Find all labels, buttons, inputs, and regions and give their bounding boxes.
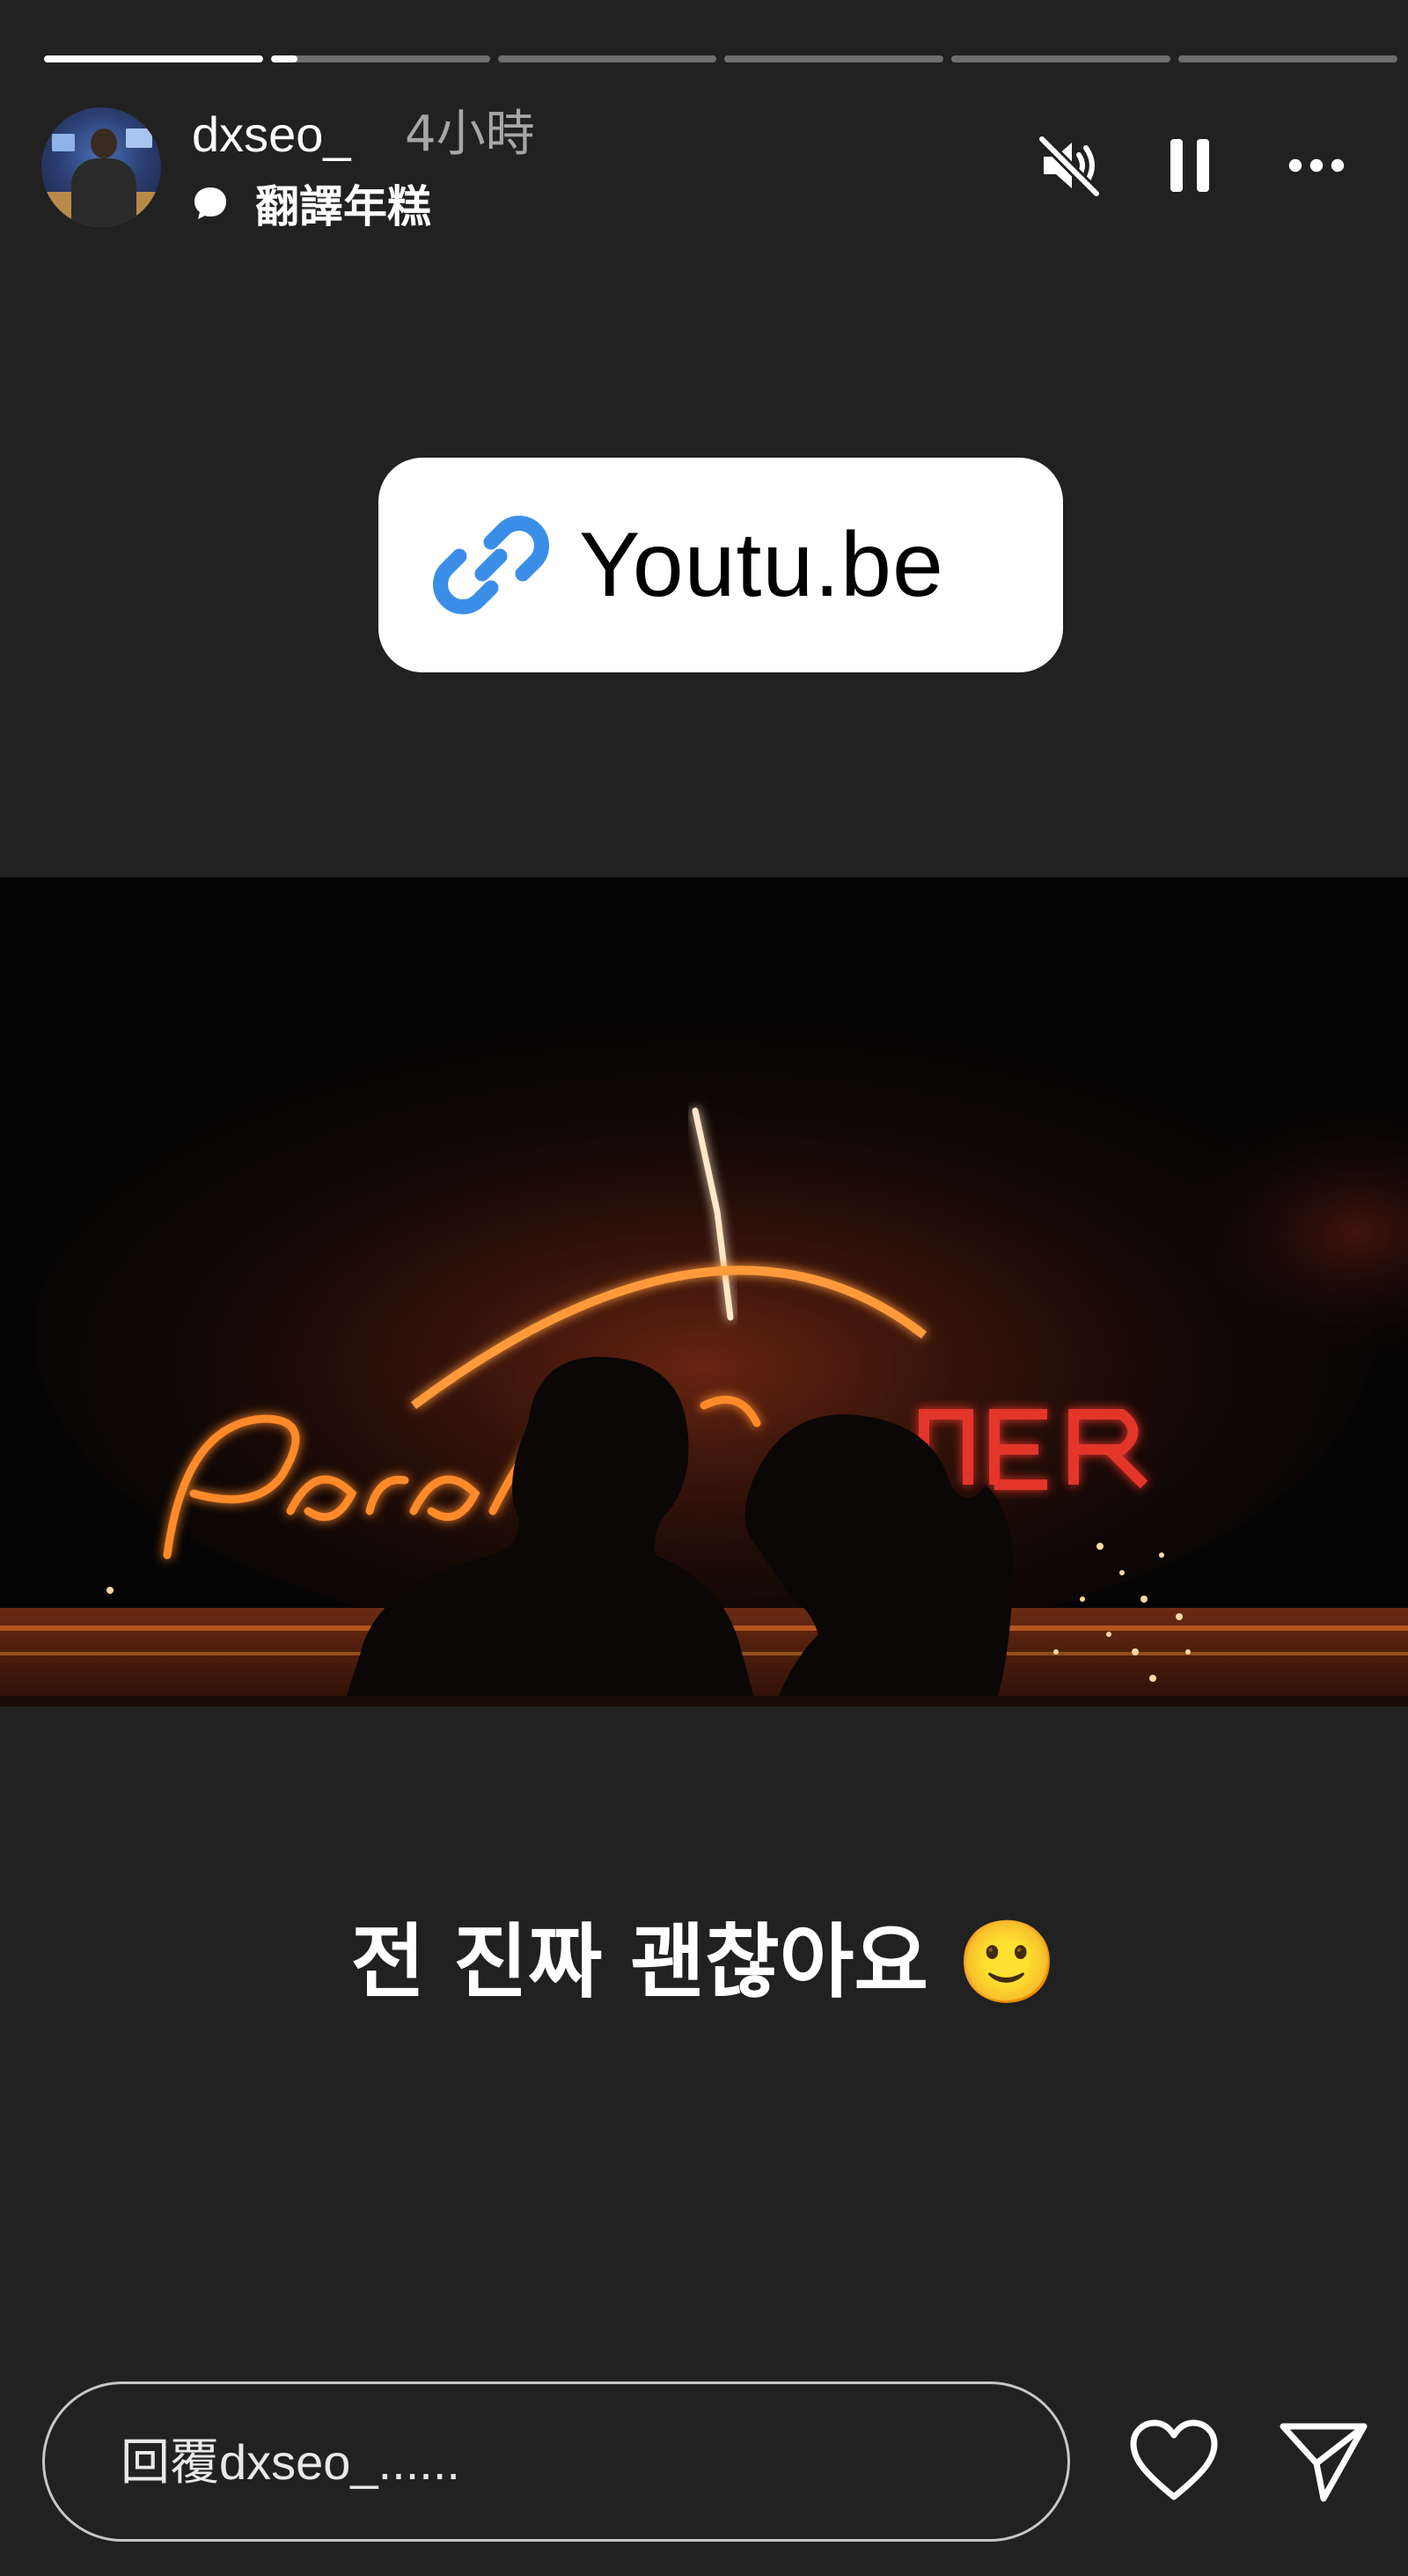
username[interactable]: dxseo_ bbox=[192, 104, 351, 165]
speaker-muted-icon[interactable] bbox=[1035, 130, 1105, 201]
progress-segment bbox=[497, 55, 717, 62]
thumbnail-art bbox=[0, 877, 1408, 1706]
speech-bubble-icon bbox=[194, 187, 226, 219]
audio-title: 翻譯年糕 bbox=[255, 181, 431, 232]
avatar-person-head bbox=[91, 128, 117, 158]
avatar-person-body bbox=[71, 158, 136, 227]
timestamp: 4小時 bbox=[405, 106, 535, 163]
progress-segment bbox=[724, 55, 944, 62]
avatar-bg-sign bbox=[126, 128, 152, 148]
progress-fill bbox=[44, 55, 263, 62]
audio-attribution[interactable]: 翻譯年糕 bbox=[192, 172, 431, 234]
progress-segment bbox=[270, 55, 490, 62]
progress-fill bbox=[270, 55, 297, 62]
progress-segment bbox=[44, 55, 263, 62]
progress-segment bbox=[951, 55, 1171, 62]
reply-input[interactable] bbox=[42, 2382, 1070, 2542]
story-progress-bar bbox=[44, 55, 1397, 62]
link-icon bbox=[433, 516, 549, 614]
avatar[interactable] bbox=[41, 107, 161, 227]
progress-segment bbox=[1178, 55, 1397, 62]
video-thumbnail[interactable] bbox=[0, 877, 1408, 1706]
link-label: Youtu.be bbox=[579, 513, 944, 616]
pause-icon[interactable] bbox=[1155, 130, 1225, 201]
heart-icon[interactable] bbox=[1128, 2418, 1220, 2504]
send-icon[interactable] bbox=[1278, 2418, 1369, 2504]
avatar-bg-sign bbox=[52, 134, 75, 151]
story-caption: 전 진짜 괜찮아요 🙂 bbox=[350, 1915, 1058, 2009]
more-options-icon[interactable] bbox=[1281, 130, 1352, 201]
link-sticker[interactable]: Youtu.be bbox=[378, 458, 1063, 672]
